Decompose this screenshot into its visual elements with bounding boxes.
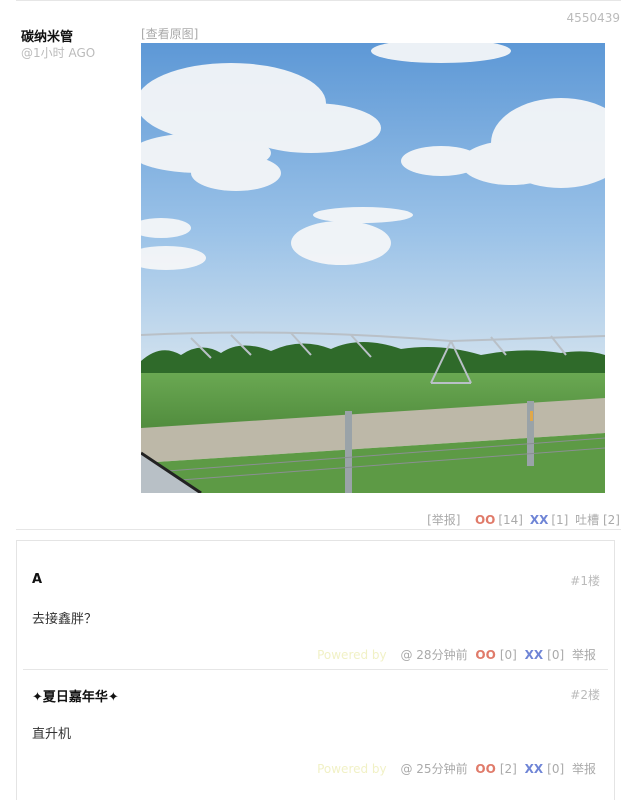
comment-meta: Powered by @ 25分钟前 OO [2] XX [0] 举报 (313, 760, 596, 777)
comment-text: 直升机 (32, 727, 72, 742)
xx-count: [0] (547, 762, 565, 776)
comment-author: A (32, 572, 43, 587)
xx-count: [1] (551, 513, 569, 527)
post-time: @1小时 AGO (21, 46, 96, 60)
comments-box: A #1楼 去接鑫胖？ Powered by @ 28分钟前 OO [0] XX[… (16, 540, 615, 800)
comment-tag: Powered by (317, 762, 387, 776)
top-divider (16, 0, 621, 1)
post-id[interactable]: 4550439 (567, 11, 620, 25)
report-link[interactable]: [举报] (427, 513, 460, 527)
comment-meta: Powered by @ 28分钟前 OO [0] XX [0] 举报 (313, 646, 596, 663)
comment-time: @ 28分钟前 (400, 648, 468, 662)
comment-divider (23, 669, 608, 670)
comment-text: 去接鑫胖？ (32, 612, 98, 627)
comment-item: ✦夏日嘉年华✦ #2楼 直升机 Powered by @ 25分钟前 OO [2]… (17, 671, 614, 801)
tucao-link[interactable]: 吐槽 [2] (575, 513, 620, 527)
oo-vote-icon[interactable]: OO (475, 648, 495, 662)
xx-vote-icon[interactable]: XX (530, 513, 549, 527)
oo-count: [0] (499, 648, 517, 662)
comment-time: @ 25分钟前 (400, 762, 468, 776)
xx-count: [0] (547, 648, 565, 662)
post-author: 碳纳米管 (21, 30, 74, 45)
comment-floor[interactable]: #2楼 (570, 686, 600, 703)
comment-author: ✦夏日嘉年华✦ (32, 690, 119, 705)
xx-vote-icon[interactable]: XX (525, 648, 544, 662)
xx-vote-icon[interactable]: XX (525, 762, 544, 776)
post-photo[interactable] (141, 43, 605, 493)
oo-vote-icon[interactable]: OO (475, 762, 495, 776)
oo-count: [14] (498, 513, 523, 527)
post-divider (16, 529, 621, 530)
oo-count: [2] (499, 762, 517, 776)
comment-tag: Powered by (317, 648, 387, 662)
view-original-link[interactable]: [查看原图] (141, 25, 198, 42)
comment-item: A #1楼 去接鑫胖？ Powered by @ 28分钟前 OO [0] XX[… (17, 541, 614, 671)
oo-vote-icon[interactable]: OO (475, 513, 495, 527)
post-footer: [举报] OO [14] XX [1] 吐槽 [2] (424, 511, 620, 528)
comment-report-link[interactable]: 举报 (572, 762, 596, 776)
comment-report-link[interactable]: 举报 (572, 648, 596, 662)
comment-floor[interactable]: #1楼 (570, 572, 600, 589)
